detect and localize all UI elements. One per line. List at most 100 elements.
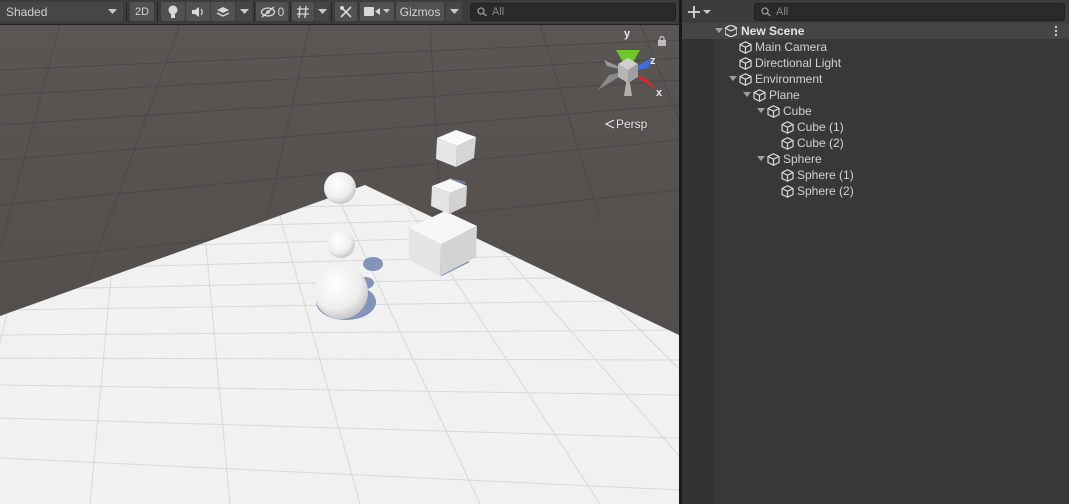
gameobject-cube-icon bbox=[738, 56, 752, 70]
search-icon bbox=[761, 7, 771, 17]
gameobject-cube-icon bbox=[766, 152, 780, 166]
toolbar-divider bbox=[290, 2, 291, 22]
shading-mode-label: Shaded bbox=[6, 4, 48, 19]
expand-arrow-icon[interactable] bbox=[714, 23, 724, 39]
shading-mode-dropdown[interactable]: Shaded bbox=[0, 2, 123, 21]
hidden-count: 0 bbox=[277, 4, 285, 19]
mode-2d-toggle[interactable]: 2D bbox=[130, 2, 154, 21]
projection-label: Persp bbox=[616, 117, 648, 131]
tree-item-new-scene[interactable]: New Scene bbox=[682, 23, 1069, 39]
scene-search-field[interactable]: All bbox=[470, 3, 676, 21]
tools-icon bbox=[340, 5, 352, 18]
layers-icon bbox=[216, 6, 230, 17]
gizmos-label: Gizmos bbox=[399, 4, 441, 19]
tools-button[interactable] bbox=[335, 2, 357, 21]
create-dropdown[interactable] bbox=[688, 4, 714, 20]
gameobject-cube-icon bbox=[780, 168, 794, 182]
gizmo-axis-y-label: y bbox=[624, 28, 631, 40]
tree-item-label: Plane bbox=[769, 88, 800, 102]
chevron-down-icon bbox=[108, 8, 117, 14]
hidden-eye-icon bbox=[260, 6, 275, 17]
expand-arrow-icon[interactable] bbox=[756, 103, 766, 119]
speaker-icon bbox=[192, 6, 203, 17]
gizmo-axis-x-label: x bbox=[656, 87, 663, 99]
more-options-icon[interactable] bbox=[1054, 25, 1058, 37]
tree-item-label: Environment bbox=[755, 72, 823, 86]
expand-arrow-icon[interactable] bbox=[728, 71, 738, 87]
gizmos-dropdown[interactable] bbox=[446, 2, 462, 21]
chevron-down-icon bbox=[239, 8, 249, 14]
gizmos-toggle[interactable]: Gizmos bbox=[396, 2, 444, 21]
chevron-down-icon bbox=[317, 8, 327, 14]
grid-toggle[interactable] bbox=[292, 2, 314, 21]
scene-view[interactable]: y z x Persp Shaded 2D 0 Gizmos All bbox=[0, 0, 679, 504]
lightbulb-icon bbox=[168, 5, 178, 18]
tree-item-environment[interactable]: Environment bbox=[682, 71, 1069, 87]
tree-item-directional-light[interactable]: Directional Light bbox=[682, 55, 1069, 71]
tree-item-cube-1[interactable]: Cube (1) bbox=[682, 119, 1069, 135]
unity-scene-icon bbox=[724, 24, 738, 38]
projection-toggle[interactable]: Persp bbox=[604, 117, 647, 131]
tree-item-label: Sphere (2) bbox=[797, 184, 854, 198]
tree-item-sphere[interactable]: Sphere bbox=[682, 151, 1069, 167]
tree-item-label: Cube bbox=[783, 104, 812, 118]
chevron-down-icon bbox=[383, 9, 390, 13]
tree-item-cube-2[interactable]: Cube (2) bbox=[682, 135, 1069, 151]
expand-arrow-icon[interactable] bbox=[756, 151, 766, 167]
hierarchy-toolbar: All bbox=[682, 0, 1069, 25]
audio-toggle[interactable] bbox=[186, 2, 210, 21]
lighting-toggle[interactable] bbox=[161, 2, 185, 21]
perspective-icon bbox=[604, 119, 615, 129]
sphere-2[interactable] bbox=[324, 172, 356, 204]
tree-item-label: Directional Light bbox=[755, 56, 842, 70]
lock-icon[interactable] bbox=[657, 36, 667, 46]
tree-item-main-camera[interactable]: Main Camera bbox=[682, 39, 1069, 55]
search-icon bbox=[477, 7, 487, 17]
gameobject-cube-icon bbox=[738, 40, 752, 54]
tree-item-plane[interactable]: Plane bbox=[682, 87, 1069, 103]
toolbar-divider bbox=[254, 2, 255, 22]
gameobject-cube-icon bbox=[766, 104, 780, 118]
expand-arrow-icon[interactable] bbox=[742, 87, 752, 103]
tree-item-sphere-2[interactable]: Sphere (2) bbox=[682, 183, 1069, 199]
grid-icon bbox=[297, 5, 309, 18]
chevron-down-icon bbox=[449, 8, 459, 14]
sphere[interactable] bbox=[314, 265, 368, 319]
gameobject-cube-icon bbox=[780, 136, 794, 150]
sphere-1[interactable] bbox=[327, 230, 355, 258]
mode-2d-label: 2D bbox=[134, 5, 150, 18]
hierarchy-search-placeholder: All bbox=[776, 6, 789, 18]
tree-item-label: Sphere (1) bbox=[797, 168, 854, 182]
camera-icon bbox=[364, 7, 380, 16]
gameobject-cube-icon bbox=[752, 88, 766, 102]
grid-dropdown[interactable] bbox=[315, 2, 329, 21]
gameobject-cube-icon bbox=[738, 72, 752, 86]
scene-viewport[interactable] bbox=[0, 0, 679, 504]
tree-item-label: Cube (2) bbox=[797, 136, 844, 150]
effects-toggle[interactable] bbox=[211, 2, 235, 21]
tree-item-sphere-1[interactable]: Sphere (1) bbox=[682, 167, 1069, 183]
scene-search-placeholder: All bbox=[492, 6, 505, 18]
tree-item-label: New Scene bbox=[741, 24, 805, 38]
tree-item-label: Sphere bbox=[783, 152, 822, 166]
plus-icon bbox=[688, 6, 700, 18]
gameobject-cube-icon bbox=[780, 184, 794, 198]
tree-item-cube[interactable]: Cube bbox=[682, 103, 1069, 119]
scene-visibility-toggle[interactable]: 0 bbox=[256, 2, 288, 21]
tree-item-label: Main Camera bbox=[755, 40, 828, 54]
toolbar-divider bbox=[331, 2, 332, 22]
scene-toolbar: Shaded 2D 0 Gizmos All bbox=[0, 0, 679, 25]
camera-settings-button[interactable] bbox=[360, 2, 394, 21]
hierarchy-search-field[interactable]: All bbox=[754, 3, 1065, 21]
toolbar-divider bbox=[126, 2, 127, 22]
chevron-down-icon bbox=[703, 9, 711, 14]
tree-item-label: Cube (1) bbox=[797, 120, 844, 134]
effects-dropdown[interactable] bbox=[236, 2, 252, 21]
gizmo-axis-z-label: z bbox=[650, 55, 656, 67]
